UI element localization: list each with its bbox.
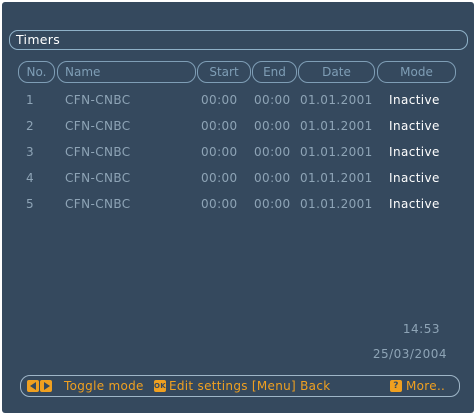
timer-number: 2 bbox=[26, 119, 35, 133]
clock-time: 14:53 bbox=[402, 322, 440, 336]
timer-row[interactable]: 4 CFN-CNBC 00:00 00:00 01.01.2001 Inacti… bbox=[2, 171, 474, 189]
column-header-end[interactable]: End bbox=[252, 61, 297, 83]
timer-number: 3 bbox=[26, 145, 35, 159]
timer-end-time: 00:00 bbox=[254, 119, 291, 133]
timer-start-time: 00:00 bbox=[201, 171, 238, 185]
page-title: Timers bbox=[16, 32, 61, 47]
toggle-mode-hint: Toggle mode bbox=[64, 379, 144, 393]
timer-start-time: 00:00 bbox=[201, 145, 238, 159]
left-right-keys bbox=[27, 380, 52, 392]
timer-channel-name: CFN-CNBC bbox=[65, 119, 131, 133]
timer-end-time: 00:00 bbox=[254, 197, 291, 211]
timer-date: 01.01.2001 bbox=[300, 119, 373, 133]
timer-number: 5 bbox=[26, 197, 35, 211]
title-bar: Timers bbox=[9, 30, 468, 50]
timer-end-time: 00:00 bbox=[254, 93, 291, 107]
timer-row[interactable]: 3 CFN-CNBC 00:00 00:00 01.01.2001 Inacti… bbox=[2, 145, 474, 163]
column-header-no[interactable]: No. bbox=[18, 61, 55, 83]
timer-mode: Inactive bbox=[389, 119, 440, 133]
timer-mode: Inactive bbox=[389, 93, 440, 107]
help-key-icon: ? bbox=[390, 380, 402, 392]
timer-date: 01.01.2001 bbox=[300, 145, 373, 159]
timer-end-time: 00:00 bbox=[254, 145, 291, 159]
timers-screen: Timers No. Name Start End Date Mode 1 CF… bbox=[2, 2, 474, 413]
timer-end-time: 00:00 bbox=[254, 171, 291, 185]
timer-channel-name: CFN-CNBC bbox=[65, 171, 131, 185]
timer-date: 01.01.2001 bbox=[300, 197, 373, 211]
timer-mode: Inactive bbox=[389, 197, 440, 211]
footer-help-bar: Toggle mode OK Edit settings [Menu] Back… bbox=[20, 375, 460, 397]
column-header-date[interactable]: Date bbox=[298, 61, 375, 83]
column-header-start[interactable]: Start bbox=[197, 61, 251, 83]
clock-date: 25/03/2004 bbox=[372, 347, 447, 361]
timer-date: 01.01.2001 bbox=[300, 171, 373, 185]
column-header-name[interactable]: Name bbox=[57, 61, 196, 83]
timer-number: 1 bbox=[26, 93, 35, 107]
timer-start-time: 00:00 bbox=[201, 197, 238, 211]
left-arrow-icon bbox=[27, 380, 39, 392]
timer-channel-name: CFN-CNBC bbox=[65, 145, 131, 159]
timer-start-time: 00:00 bbox=[201, 93, 238, 107]
timer-row[interactable]: 5 CFN-CNBC 00:00 00:00 01.01.2001 Inacti… bbox=[2, 197, 474, 215]
column-header-mode[interactable]: Mode bbox=[377, 61, 456, 83]
timer-mode: Inactive bbox=[389, 171, 440, 185]
timer-channel-name: CFN-CNBC bbox=[65, 197, 131, 211]
edit-settings-hint: Edit settings [Menu] Back bbox=[169, 379, 331, 393]
timer-date: 01.01.2001 bbox=[300, 93, 373, 107]
timer-row[interactable]: 1 CFN-CNBC 00:00 00:00 01.01.2001 Inacti… bbox=[2, 93, 474, 111]
timer-start-time: 00:00 bbox=[201, 119, 238, 133]
timer-channel-name: CFN-CNBC bbox=[65, 93, 131, 107]
timer-mode: Inactive bbox=[389, 145, 440, 159]
timer-number: 4 bbox=[26, 171, 35, 185]
more-hint: More.. bbox=[406, 379, 446, 393]
timer-row[interactable]: 2 CFN-CNBC 00:00 00:00 01.01.2001 Inacti… bbox=[2, 119, 474, 137]
ok-key-icon: OK bbox=[154, 380, 166, 392]
right-arrow-icon bbox=[40, 380, 52, 392]
